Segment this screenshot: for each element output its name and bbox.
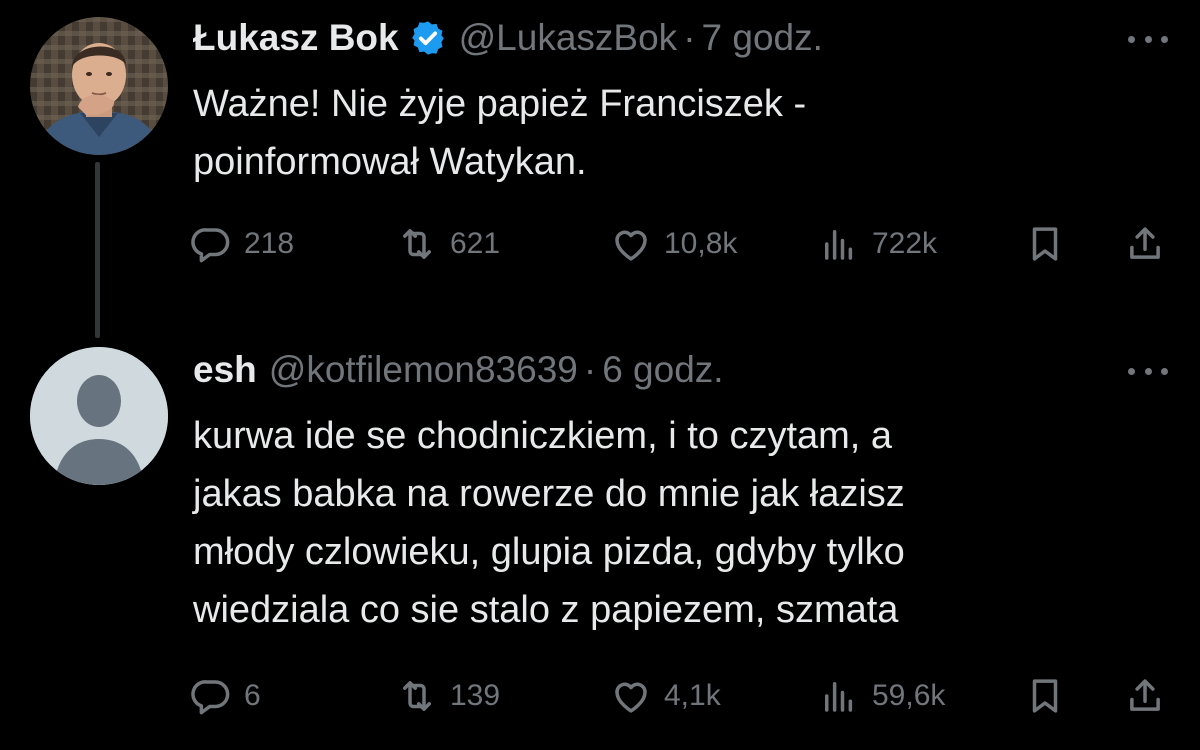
views-button[interactable]: 722k <box>818 214 937 274</box>
views-count: 722k <box>872 227 938 260</box>
bookmark-button[interactable] <box>1024 666 1066 726</box>
tweet-header: esh @kotfilemon83639 · 6 godz. <box>193 348 724 392</box>
separator-dot: · <box>683 17 696 58</box>
retweet-count: 139 <box>450 679 501 712</box>
reply-button[interactable]: 6 <box>190 666 261 726</box>
verified-badge-icon[interactable] <box>409 19 447 57</box>
bookmark-icon <box>1032 227 1058 261</box>
share-icon <box>1130 227 1160 259</box>
retweet-button[interactable]: 139 <box>396 666 500 726</box>
timestamp[interactable]: 7 godz. <box>702 16 823 60</box>
views-icon <box>825 682 853 712</box>
share-button[interactable] <box>1124 666 1166 726</box>
avatar[interactable] <box>30 17 168 155</box>
more-icon[interactable] <box>1128 365 1168 377</box>
action-bar: 218 621 10,8k 722k <box>0 214 1200 274</box>
default-avatar-icon <box>30 347 168 485</box>
retweet-icon <box>403 681 431 711</box>
reply-count: 6 <box>244 679 261 712</box>
views-icon <box>825 230 853 260</box>
like-count: 10,8k <box>664 227 738 260</box>
avatar[interactable] <box>30 347 168 485</box>
share-button[interactable] <box>1124 214 1166 274</box>
like-button[interactable]: 4,1k <box>610 666 721 726</box>
bookmark-button[interactable] <box>1024 214 1066 274</box>
like-icon <box>615 682 647 713</box>
views-button[interactable]: 59,6k <box>818 666 945 726</box>
tweet-esh[interactable]: esh @kotfilemon83639 · 6 godz. kurwa ide… <box>0 320 1200 750</box>
reply-icon <box>191 228 230 263</box>
display-name[interactable]: esh <box>193 348 257 392</box>
handle[interactable]: @LukaszBok <box>459 16 678 60</box>
reply-count: 218 <box>244 227 295 260</box>
more-icon[interactable] <box>1128 33 1168 45</box>
retweet-icon <box>403 229 431 259</box>
display-name[interactable]: Łukasz Bok <box>193 16 399 60</box>
retweet-button[interactable]: 621 <box>396 214 500 274</box>
handle[interactable]: @kotfilemon83639 <box>269 348 578 392</box>
reply-button[interactable]: 218 <box>190 214 294 274</box>
tweet-lukasz-bok[interactable]: Łukasz Bok @LukaszBok · 7 godz. Ważne! N… <box>0 0 1200 338</box>
like-icon <box>615 230 647 261</box>
reply-icon <box>191 680 230 715</box>
separator-dot: · <box>583 349 597 390</box>
views-count: 59,6k <box>872 679 946 712</box>
bookmark-icon <box>1032 679 1058 713</box>
like-button[interactable]: 10,8k <box>610 214 737 274</box>
tweet-text: Ważne! Nie żyje papież Franciszek - poin… <box>193 83 807 183</box>
action-bar: 6 139 4,1k 59,6k <box>0 666 1200 726</box>
share-icon <box>1130 679 1160 711</box>
profile-photo-man-icon <box>30 17 168 155</box>
tweet-header: Łukasz Bok @LukaszBok · 7 godz. <box>193 16 823 60</box>
tweet-text: kurwa ide se chodniczkiem, i to czytam, … <box>193 415 905 631</box>
like-count: 4,1k <box>664 679 721 712</box>
timestamp[interactable]: 6 godz. <box>602 348 723 392</box>
retweet-count: 621 <box>450 227 501 260</box>
